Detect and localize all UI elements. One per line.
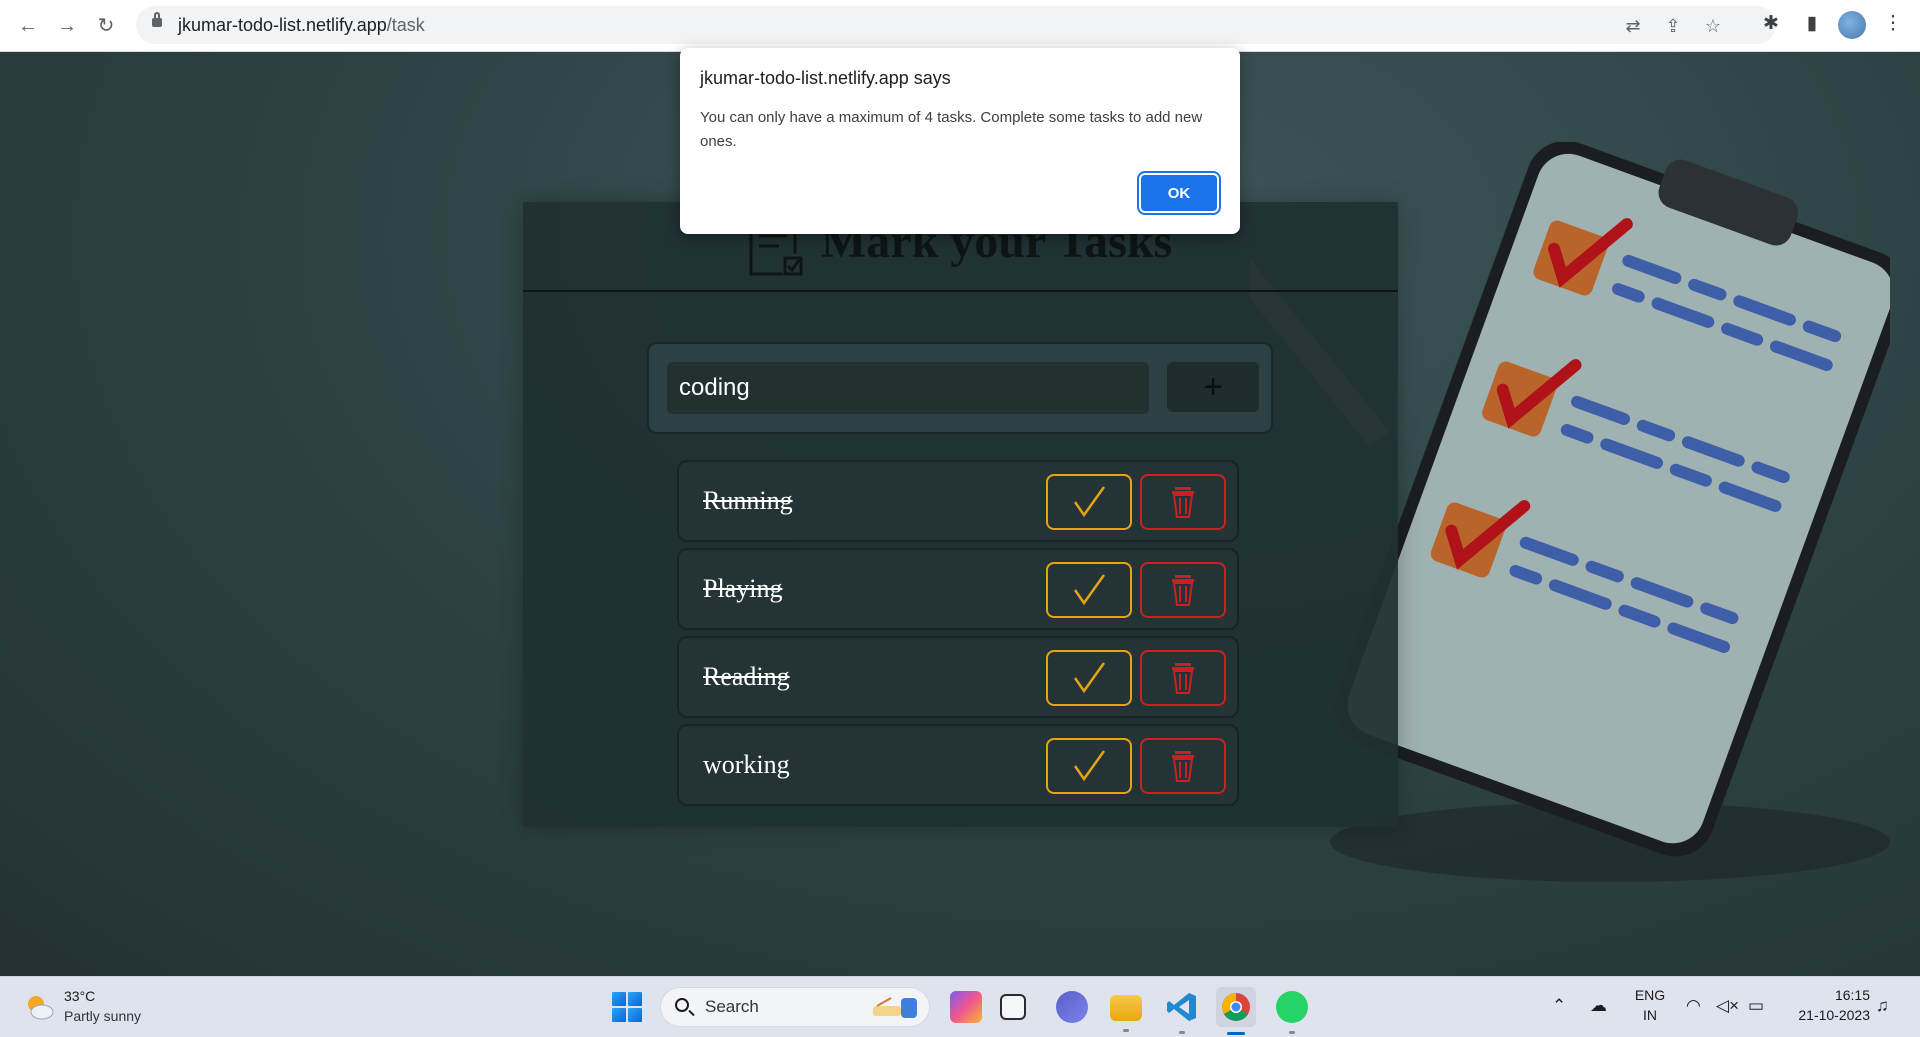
complete-task-button[interactable] xyxy=(1046,738,1132,794)
dialog-title: jkumar-todo-list.netlify.app says xyxy=(700,68,951,88)
battery-icon[interactable]: ▭ xyxy=(1748,995,1764,1017)
task-item: Running xyxy=(677,460,1239,542)
share-icon[interactable]: ⇪ xyxy=(1662,15,1684,37)
task-label: Playing xyxy=(703,574,783,603)
delete-task-button[interactable] xyxy=(1140,562,1226,618)
search-highlight-icon xyxy=(873,997,917,1018)
forward-icon[interactable]: → xyxy=(53,12,81,40)
task-item: Playing xyxy=(677,548,1239,630)
task-item: Reading xyxy=(677,636,1239,718)
ok-button[interactable]: OK xyxy=(1141,175,1217,211)
whatsapp-icon[interactable] xyxy=(1276,991,1308,1034)
task-input[interactable] xyxy=(667,362,1149,414)
taskbar-search[interactable]: Search xyxy=(660,987,930,1027)
delete-task-button[interactable] xyxy=(1140,738,1226,794)
teams-chat-icon[interactable] xyxy=(1056,991,1088,1023)
alert-dialog: jkumar-todo-list.netlify.app says You ca… xyxy=(680,48,1240,234)
copilot-icon[interactable] xyxy=(950,991,982,1023)
windows-taskbar: 33°C Partly sunny Search ⌃ ☁ ENG IN ◠ ◁×… xyxy=(0,976,1920,1037)
checkmark-icon xyxy=(1073,486,1106,518)
language-region[interactable]: IN xyxy=(1628,1007,1672,1023)
notification-bell-icon[interactable]: ♫ xyxy=(1876,995,1889,1017)
dialog-message: You can only have a maximum of 4 tasks. … xyxy=(700,109,1203,150)
checkmark-icon xyxy=(1073,662,1106,694)
side-panel-icon[interactable]: ▮ xyxy=(1799,11,1825,37)
url-text[interactable]: jkumar-todo-list.netlify.app/task xyxy=(178,6,425,44)
checkmark-icon xyxy=(1073,574,1106,606)
address-bar[interactable]: jkumar-todo-list.netlify.app/task ⇄ ⇪ ☆ xyxy=(136,6,1776,44)
onedrive-cloud-icon[interactable]: ☁ xyxy=(1590,995,1607,1017)
task-label: Running xyxy=(703,486,793,515)
add-task-button[interactable]: + xyxy=(1167,362,1259,412)
task-label: working xyxy=(703,750,790,779)
clock-time[interactable]: 16:15 xyxy=(1780,987,1870,1003)
partly-sunny-icon[interactable] xyxy=(22,990,56,1024)
start-button[interactable] xyxy=(612,992,642,1022)
task-label: Reading xyxy=(703,662,790,691)
delete-task-button[interactable] xyxy=(1140,474,1226,530)
back-icon[interactable]: ← xyxy=(14,12,42,40)
trash-icon xyxy=(1172,663,1194,694)
folder-icon[interactable] xyxy=(1110,995,1142,1032)
add-task-form: + xyxy=(647,342,1273,434)
chrome-icon[interactable] xyxy=(1216,987,1256,1035)
menu-kebab-icon[interactable]: ⋮ xyxy=(1880,11,1906,37)
search-label: Search xyxy=(705,997,759,1016)
browser-toolbar: ← → ↻ jkumar-todo-list.netlify.app/task … xyxy=(0,0,1920,52)
complete-task-button[interactable] xyxy=(1046,562,1132,618)
extensions-icon[interactable]: ✱ xyxy=(1758,11,1784,37)
checkmark-icon xyxy=(1073,750,1106,782)
lock-icon xyxy=(152,12,162,27)
trash-icon xyxy=(1172,751,1194,782)
vscode-icon[interactable] xyxy=(1166,991,1198,1034)
speaker-muted-icon[interactable]: ◁× xyxy=(1716,995,1739,1017)
reload-icon[interactable]: ↻ xyxy=(92,12,120,40)
weather-temperature[interactable]: 33°C xyxy=(64,988,95,1004)
task-item: working xyxy=(677,724,1239,806)
trash-icon xyxy=(1172,487,1194,518)
bookmark-star-icon[interactable]: ☆ xyxy=(1702,15,1724,37)
search-icon xyxy=(675,998,689,1012)
todo-card: Mark your Tasks + Running Playing xyxy=(523,202,1398,827)
file-explorer-window-icon[interactable] xyxy=(1000,994,1026,1020)
language-indicator[interactable]: ENG xyxy=(1628,987,1672,1003)
weather-description[interactable]: Partly sunny xyxy=(64,1008,141,1024)
show-hidden-icons-chevron-icon[interactable]: ⌃ xyxy=(1552,995,1566,1017)
complete-task-button[interactable] xyxy=(1046,474,1132,530)
trash-icon xyxy=(1172,575,1194,606)
clock-date[interactable]: 21-10-2023 xyxy=(1780,1007,1870,1023)
profile-avatar[interactable] xyxy=(1838,11,1866,39)
translate-icon[interactable]: ⇄ xyxy=(1622,15,1644,37)
delete-task-button[interactable] xyxy=(1140,650,1226,706)
wifi-icon[interactable]: ◠ xyxy=(1686,995,1701,1017)
complete-task-button[interactable] xyxy=(1046,650,1132,706)
